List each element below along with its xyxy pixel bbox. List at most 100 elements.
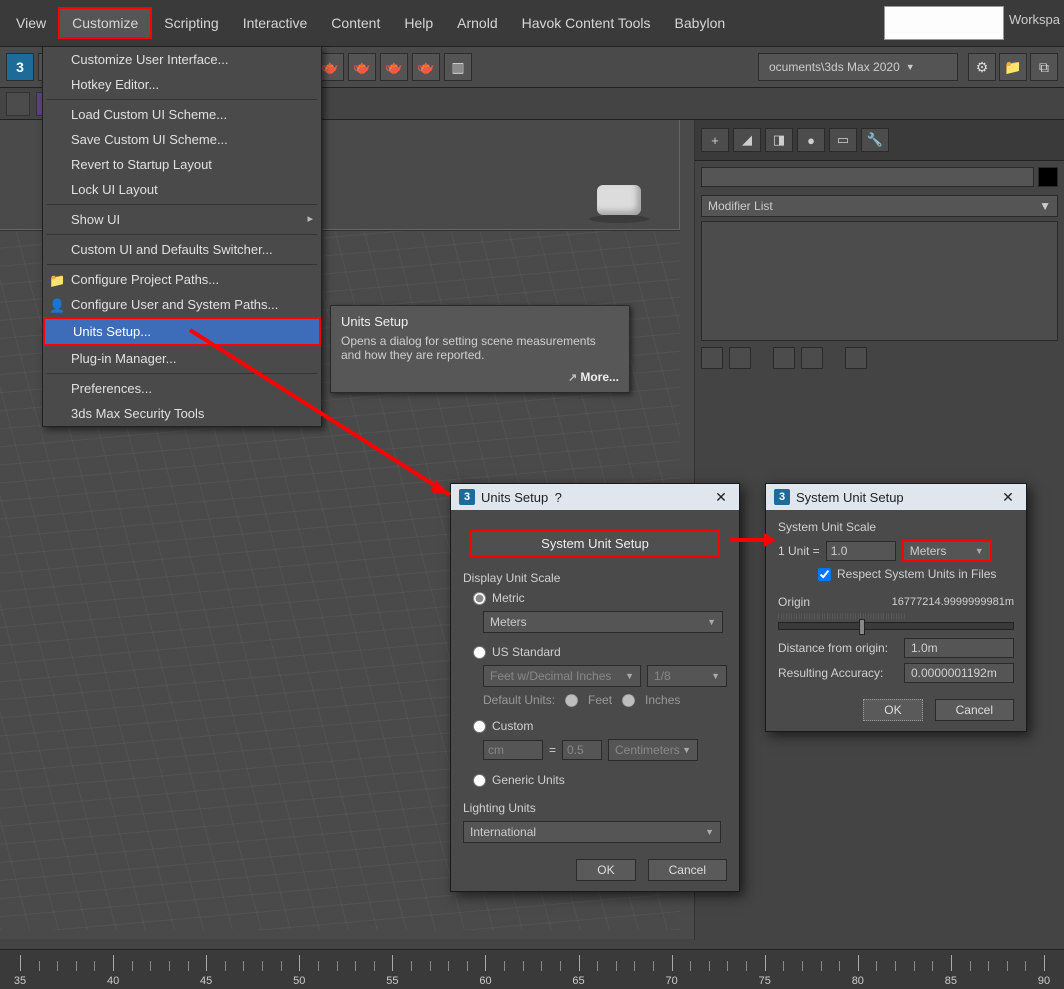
help-icon[interactable]: ? xyxy=(548,490,568,505)
us-fraction-dropdown[interactable]: 1/8▼ xyxy=(647,665,727,687)
us-standard-dropdown[interactable]: Feet w/Decimal Inches▼ xyxy=(483,665,641,687)
origin-slider[interactable] xyxy=(778,622,1014,630)
unit-type-dropdown[interactable]: Meters▼ xyxy=(902,540,992,562)
timeline-label: 65 xyxy=(572,975,584,987)
radio-us[interactable] xyxy=(473,646,486,659)
radio-custom[interactable] xyxy=(473,720,486,733)
custom-sys-value: Centimeters xyxy=(615,743,680,757)
tab-utilities-icon[interactable]: 🔧 xyxy=(861,128,889,152)
mod-btn-3[interactable] xyxy=(773,347,795,369)
mod-btn-2[interactable] xyxy=(729,347,751,369)
teapot-3-icon[interactable]: 🫖 xyxy=(380,53,408,81)
mod-btn-4[interactable] xyxy=(801,347,823,369)
dd-security-tools[interactable]: 3ds Max Security Tools xyxy=(43,401,321,426)
dd-load-scheme[interactable]: Load Custom UI Scheme... xyxy=(43,102,321,127)
dd-show-ui[interactable]: Show UI xyxy=(43,207,321,232)
dd-hotkey-editor[interactable]: Hotkey Editor... xyxy=(43,72,321,97)
us-label: US Standard xyxy=(492,645,561,659)
units-cancel-button[interactable]: Cancel xyxy=(648,859,727,881)
menu-view[interactable]: View xyxy=(4,9,58,37)
timeline[interactable]: 354045505560657075808590 xyxy=(0,949,1064,989)
us-value: Feet w/Decimal Inches xyxy=(490,669,611,683)
account-badge[interactable] xyxy=(884,6,1004,40)
close-icon[interactable]: ✕ xyxy=(711,489,731,506)
object-name-input[interactable] xyxy=(701,167,1034,187)
lighting-units-label: Lighting Units xyxy=(463,801,727,815)
dd-defaults-switcher[interactable]: Custom UI and Defaults Switcher... xyxy=(43,237,321,262)
origin-value: 16777214.9999999981m xyxy=(892,596,1014,608)
generic-label: Generic Units xyxy=(492,773,565,787)
system-dialog-titlebar[interactable]: 3 System Unit Setup ✕ xyxy=(766,484,1026,510)
menu-customize[interactable]: Customize xyxy=(58,7,152,39)
dd-sep xyxy=(47,234,317,235)
sub-btn-1[interactable] xyxy=(6,92,30,116)
respect-units-checkbox[interactable] xyxy=(818,568,831,581)
radio-metric[interactable] xyxy=(473,592,486,605)
inches-label: Inches xyxy=(645,693,680,707)
unit-value-input[interactable] xyxy=(826,541,896,561)
system-unit-dialog: 3 System Unit Setup ✕ System Unit Scale … xyxy=(765,483,1027,732)
teapot-4-icon[interactable]: 🫖 xyxy=(412,53,440,81)
tab-display-icon[interactable]: ▭ xyxy=(829,128,857,152)
respect-units-label: Respect System Units in Files xyxy=(837,567,996,581)
timeline-label: 35 xyxy=(14,975,26,987)
teapot-2-icon[interactable]: 🫖 xyxy=(348,53,376,81)
menu-content[interactable]: Content xyxy=(319,9,392,37)
units-dialog-titlebar[interactable]: 3 Units Setup ? ✕ xyxy=(451,484,739,510)
dd-customize-ui[interactable]: Customize User Interface... xyxy=(43,47,321,72)
units-setup-dialog: 3 Units Setup ? ✕ System Unit Setup Disp… xyxy=(450,483,740,892)
menu-scripting[interactable]: Scripting xyxy=(152,9,230,37)
menu-help[interactable]: Help xyxy=(392,9,445,37)
custom-unit-input[interactable] xyxy=(483,740,543,760)
system-unit-setup-button[interactable]: System Unit Setup xyxy=(470,530,721,557)
timeline-label: 45 xyxy=(200,975,212,987)
mod-btn-5[interactable] xyxy=(845,347,867,369)
object-color-swatch[interactable] xyxy=(1038,167,1058,187)
dd-user-system-paths[interactable]: 👤Configure User and System Paths... xyxy=(43,292,321,317)
us-frac: 1/8 xyxy=(654,669,671,683)
custom-value-input[interactable] xyxy=(562,740,602,760)
equals-label: = xyxy=(549,743,556,757)
tab-hierarchy-icon[interactable]: ◨ xyxy=(765,128,793,152)
tab-create-icon[interactable]: + xyxy=(701,128,729,152)
workspace-label[interactable]: Workspa xyxy=(1009,12,1060,27)
copy-icon[interactable]: ⧉ xyxy=(1030,53,1058,81)
timeline-label: 55 xyxy=(386,975,398,987)
dd-save-scheme[interactable]: Save Custom UI Scheme... xyxy=(43,127,321,152)
modifier-stack[interactable] xyxy=(701,221,1058,341)
units-ok-button[interactable]: OK xyxy=(576,859,635,881)
modifier-list-dropdown[interactable]: Modifier List ▼ xyxy=(701,195,1058,217)
system-ok-button[interactable]: OK xyxy=(863,699,922,721)
close-icon[interactable]: ✕ xyxy=(998,489,1018,506)
lighting-dropdown[interactable]: International▼ xyxy=(463,821,721,843)
timeline-label: 80 xyxy=(852,975,864,987)
tab-modify-icon[interactable]: ◢ xyxy=(733,128,761,152)
menu-babylon[interactable]: Babylon xyxy=(663,9,738,37)
dd-plugin-manager[interactable]: Plug-in Manager... xyxy=(43,346,321,371)
dd-preferences[interactable]: Preferences... xyxy=(43,376,321,401)
custom-sys-dropdown[interactable]: Centimeters▼ xyxy=(608,739,698,761)
tooltip-more-link[interactable]: More... xyxy=(341,370,619,384)
metric-dropdown[interactable]: Meters▼ xyxy=(483,611,723,633)
menu-havok[interactable]: Havok Content Tools xyxy=(510,9,663,37)
gear-icon[interactable]: ⚙ xyxy=(968,53,996,81)
dd-project-paths[interactable]: 📁Configure Project Paths... xyxy=(43,267,321,292)
panel-icon[interactable]: ▥ xyxy=(444,53,472,81)
project-path[interactable]: ocuments\3ds Max 2020 ▼ xyxy=(758,53,958,81)
timeline-label: 85 xyxy=(945,975,957,987)
menu-interactive[interactable]: Interactive xyxy=(231,9,320,37)
dd-revert-layout[interactable]: Revert to Startup Layout xyxy=(43,152,321,177)
dd-lock-layout[interactable]: Lock UI Layout xyxy=(43,177,321,202)
folder-icon[interactable]: 📁 xyxy=(999,53,1027,81)
mod-btn-1[interactable] xyxy=(701,347,723,369)
unit-prefix: 1 Unit = xyxy=(778,544,820,558)
radio-inches xyxy=(622,694,635,707)
object-name-row xyxy=(701,167,1058,189)
system-cancel-button[interactable]: Cancel xyxy=(935,699,1014,721)
dd-units-setup[interactable]: Units Setup... xyxy=(43,317,321,346)
display-unit-scale-label: Display Unit Scale xyxy=(463,571,727,585)
menu-arnold[interactable]: Arnold xyxy=(445,9,509,37)
app-logo-icon[interactable]: 3 xyxy=(6,53,34,81)
tab-motion-icon[interactable]: ● xyxy=(797,128,825,152)
radio-generic[interactable] xyxy=(473,774,486,787)
